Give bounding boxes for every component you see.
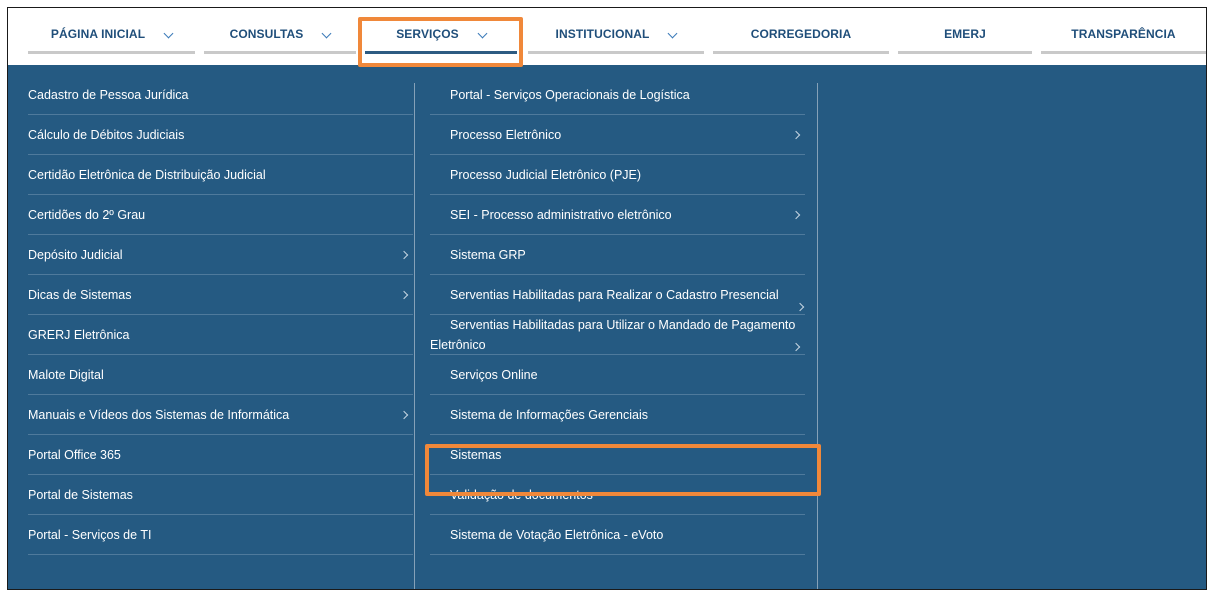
nav-institucional[interactable]: INSTITUCIONAL [528,8,704,65]
menu-item-label: Malote Digital [28,367,104,382]
menu-item[interactable]: Portal - Serviços Operacionais de Logíst… [430,75,805,115]
nav-corregedoria[interactable]: CORREGEDORIA [713,8,889,65]
menu-item[interactable]: Depósito Judicial [28,235,413,275]
menu-item[interactable]: Manuais e Vídeos dos Sistemas de Informá… [28,395,413,435]
chevron-down-icon [668,28,678,39]
menu-item-label: Portal Office 365 [28,447,121,462]
chevron-right-icon [791,210,801,219]
menu-item-label: Sistemas [450,447,502,462]
nav-emerj[interactable]: EMERJ [898,8,1032,65]
chevron-right-icon [791,130,801,139]
menu-item-label: Portal de Sistemas [28,487,133,502]
menu-item-sistemas[interactable]: Sistemas [430,435,805,475]
menu-item[interactable]: Sistema GRP [430,235,805,275]
nav-label: CORREGEDORIA [750,26,852,41]
menu-item[interactable]: Sistema de Informações Gerenciais [430,395,805,435]
menu-item-label: Serviços Online [450,367,538,382]
menu-item[interactable]: Dicas de Sistemas [28,275,413,315]
nav-underline [365,51,517,54]
column-divider [414,83,415,589]
nav-pagina-inicial[interactable]: PÁGINA INICIAL [28,8,195,65]
menu-item-label: Certidões do 2º Grau [28,207,146,222]
menu-item[interactable]: Sistema de Votação Eletrônica - eVoto [430,515,805,555]
menu-item-label: Depósito Judicial [28,247,123,262]
menu-item-label: Portal - Serviços Operacionais de Logíst… [450,87,690,102]
menu-item[interactable]: Portal - Serviços de TI [28,515,413,555]
menu-item[interactable]: Processo Judicial Eletrônico (PJE) [430,155,805,195]
nav-consultas[interactable]: CONSULTAS [204,8,356,65]
browser-frame: PÁGINA INICIAL CONSULTAS SERVIÇOS INSTIT… [7,7,1207,590]
chevron-down-icon [321,28,332,39]
menu-item[interactable]: Portal de Sistemas [28,475,413,515]
nav-label: TRANSPARÊNCIA [1071,26,1176,41]
menu-item-label: SEI - Processo administrativo eletrônico [450,207,672,222]
menu-item[interactable]: GRERJ Eletrônica [28,315,413,355]
menu-item[interactable]: Cadastro de Pessoa Jurídica [28,75,413,115]
menu-item-label: Validação de documentos [450,487,593,502]
menu-item-label: Sistema GRP [450,247,526,262]
menu-item-label: Dicas de Sistemas [28,287,132,302]
menu-item[interactable]: Malote Digital [28,355,413,395]
column-divider [817,83,818,589]
chevron-down-icon [163,28,174,39]
chevron-down-icon [477,28,488,39]
menu-item[interactable]: SEI - Processo administrativo eletrônico [430,195,805,235]
menu-item[interactable]: Processo Eletrônico [430,115,805,155]
nav-underline [1041,51,1206,54]
menu-item[interactable]: Serventias Habilitadas para Realizar o C… [430,275,805,315]
chevron-right-icon [399,290,409,299]
nav-underline [713,51,889,54]
menu-item-label: Manuais e Vídeos dos Sistemas de Informá… [28,407,290,422]
servicos-dropdown-panel: Cadastro de Pessoa Jurídica Cálculo de D… [8,65,1206,589]
menu-item-label: Cálculo de Débitos Judiciais [28,127,185,142]
nav-label: PÁGINA INICIAL [50,26,146,41]
menu-item-label: Processo Eletrônico [450,127,562,142]
chevron-right-icon [795,302,805,312]
nav-underline [528,51,704,54]
menu-item[interactable]: Serviços Online [430,355,805,395]
menu-item-label: Cadastro de Pessoa Jurídica [28,87,189,102]
main-navigation: PÁGINA INICIAL CONSULTAS SERVIÇOS INSTIT… [8,8,1206,65]
chevron-right-icon [399,410,409,419]
menu-item-label: GRERJ Eletrônica [28,327,130,342]
menu-item-label: Portal - Serviços de TI [28,527,152,542]
menu-item[interactable]: Certidões do 2º Grau [28,195,413,235]
menu-item-label: Serventias Habilitadas para Utilizar o M… [430,318,796,352]
nav-label: CONSULTAS [229,26,304,41]
nav-underline [898,51,1032,54]
menu-item-label: Sistema de Informações Gerenciais [450,407,649,422]
menu-item[interactable]: Validação de documentos [430,475,805,515]
menu-item-label: Serventias Habilitadas para Realizar o C… [450,287,779,302]
menu-column-left: Cadastro de Pessoa Jurídica Cálculo de D… [28,75,413,555]
menu-item-label: Sistema de Votação Eletrônica - eVoto [450,527,664,542]
nav-underline [204,51,356,54]
nav-servicos[interactable]: SERVIÇOS [365,8,517,65]
menu-item[interactable]: Certidão Eletrônica de Distribuição Judi… [28,155,413,195]
menu-item-label: Certidão Eletrônica de Distribuição Judi… [28,167,266,182]
menu-column-middle: Portal - Serviços Operacionais de Logíst… [430,75,805,555]
menu-item[interactable]: Portal Office 365 [28,435,413,475]
chevron-right-icon [399,250,409,259]
nav-label: INSTITUCIONAL [555,26,650,41]
nav-label: EMERJ [944,26,986,41]
nav-transparencia[interactable]: TRANSPARÊNCIA [1041,8,1206,65]
menu-item[interactable]: Cálculo de Débitos Judiciais [28,115,413,155]
menu-item-label: Processo Judicial Eletrônico (PJE) [450,167,642,182]
nav-label: SERVIÇOS [396,26,459,41]
menu-item[interactable]: Serventias Habilitadas para Utilizar o M… [430,315,805,355]
nav-underline [28,51,195,54]
